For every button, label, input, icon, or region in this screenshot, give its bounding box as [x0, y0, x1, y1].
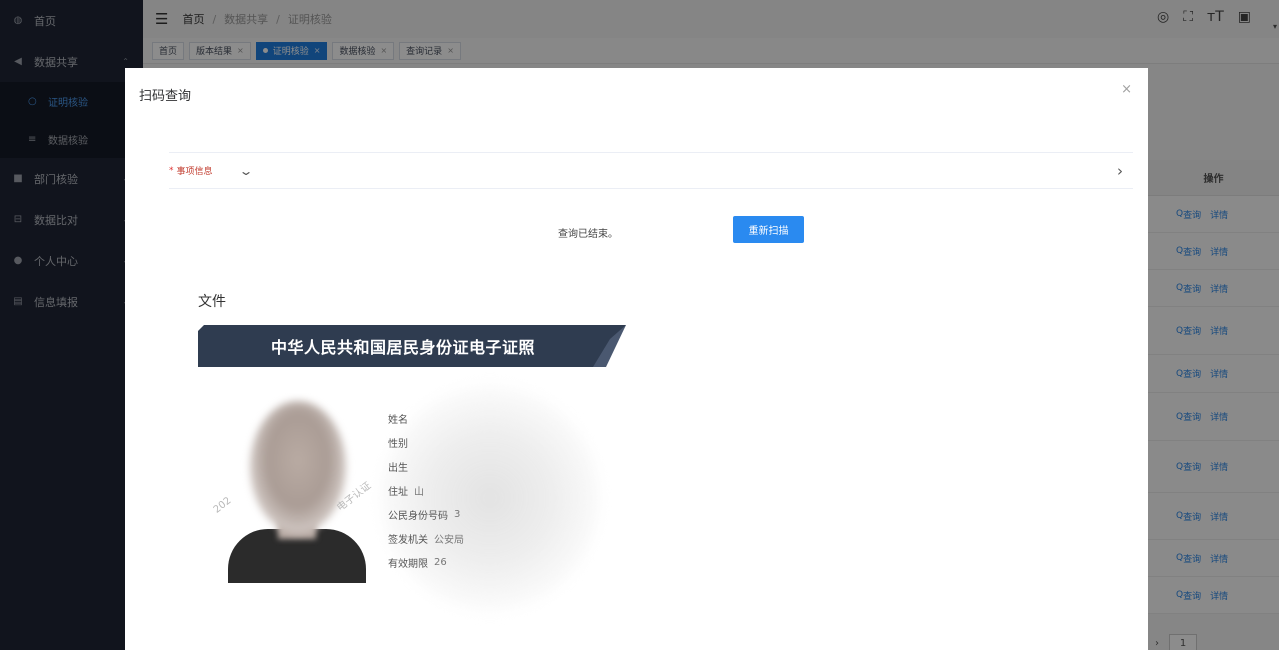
- certificate-field: 住址山: [388, 478, 464, 502]
- field-label: 出生: [388, 462, 408, 474]
- file-section-label: 文件: [198, 294, 226, 310]
- field-value: 公安局: [434, 534, 464, 546]
- field-value: 26: [434, 556, 447, 568]
- certificate-field: 性别: [388, 430, 464, 454]
- field-label: 有效期限: [388, 558, 428, 570]
- chevron-down-icon[interactable]: ⌄: [238, 164, 253, 178]
- dialog-title: 扫码查询: [139, 89, 192, 104]
- scan-query-dialog: 扫码查询 × * 事项信息 ⌄ › 查询已结束。 重新扫描 文件 中华人民共和国…: [125, 68, 1148, 650]
- close-icon[interactable]: ×: [1121, 82, 1132, 97]
- id-photo: [228, 393, 366, 583]
- certificate-field: 签发机关 公安局: [388, 526, 464, 550]
- certificate-fields: 姓名 性别 出生 住址山公民身份号码 3 签发机关 公安局 有效期限 26: [388, 406, 464, 574]
- collapse-label: 事项信息: [176, 167, 213, 177]
- rescan-button[interactable]: 重新扫描: [733, 216, 804, 243]
- certificate-field: 姓名: [388, 406, 464, 430]
- field-label: 性别: [388, 438, 408, 450]
- item-info-collapse[interactable]: * 事项信息 ⌄ ›: [169, 152, 1133, 189]
- field-value: 3: [454, 508, 461, 520]
- field-label: 签发机关: [388, 534, 428, 546]
- field-value: 山: [414, 486, 424, 498]
- field-label: 公民身份号码: [388, 510, 448, 522]
- required-mark: *: [169, 165, 174, 176]
- field-label: 姓名: [388, 414, 408, 426]
- chevron-right-icon[interactable]: ›: [1117, 162, 1123, 180]
- certificate-field: 有效期限 26: [388, 550, 464, 574]
- certificate-banner: 中华人民共和国居民身份证电子证照: [198, 325, 626, 367]
- certificate-field: 公民身份号码 3: [388, 502, 464, 526]
- query-status-text: 查询已结束。: [558, 229, 618, 240]
- certificate-title: 中华人民共和国居民身份证电子证照: [270, 338, 535, 357]
- certificate-field: 出生: [388, 454, 464, 478]
- field-label: 住址: [388, 486, 408, 498]
